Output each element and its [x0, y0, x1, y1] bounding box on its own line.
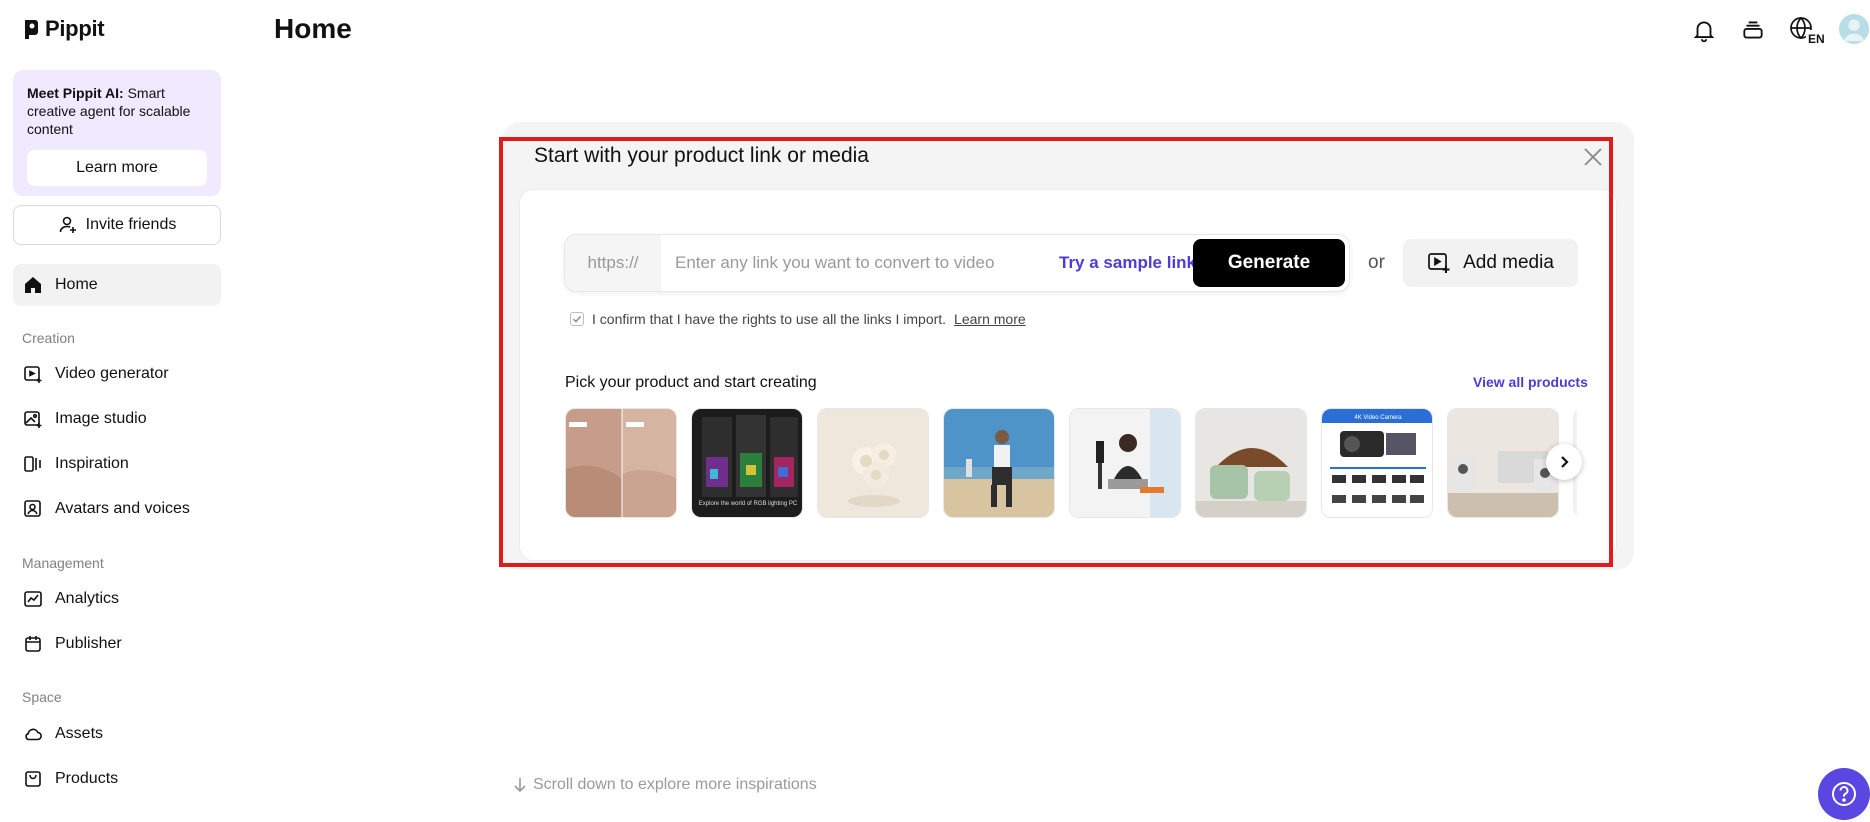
cloud-icon: [25, 728, 42, 741]
view-all-products-link[interactable]: View all products: [1473, 374, 1588, 390]
product-thumbnail[interactable]: [817, 408, 929, 518]
product-thumbnail[interactable]: [565, 408, 677, 518]
sidebar-item-assets[interactable]: Assets: [13, 713, 221, 755]
link-input[interactable]: [675, 249, 1055, 277]
home-icon: [25, 277, 41, 293]
sidebar-item-publisher[interactable]: Publisher: [13, 623, 221, 665]
product-thumbnail[interactable]: Explore the world of RGB lighting PC: [691, 408, 803, 518]
sidebar-item-label: Inspiration: [55, 455, 129, 472]
section-space: Space: [22, 689, 62, 705]
product-thumbnail[interactable]: [1195, 408, 1307, 518]
sidebar-item-video-generator[interactable]: Video generator: [13, 353, 221, 395]
sidebar-item-label: Home: [55, 276, 98, 293]
analytics-icon: [24, 591, 42, 607]
product-image: Explore the world of RGB lighting PC: [692, 409, 802, 517]
app-name: Pippit: [45, 16, 105, 41]
question-icon: [1832, 782, 1856, 806]
confirm-learn-more-link[interactable]: Learn more: [954, 311, 1026, 327]
sidebar-item-label: Analytics: [55, 590, 120, 607]
product-thumbnail[interactable]: 4K Video Camera: [1321, 408, 1433, 518]
product-image: [1448, 409, 1558, 517]
language-code: EN: [1808, 32, 1825, 45]
avatar-icon: [24, 500, 41, 517]
section-management: Management: [22, 555, 104, 571]
bell-icon: [1693, 21, 1715, 43]
sidebar-item-home[interactable]: Home: [13, 264, 221, 306]
product-image: [1196, 409, 1306, 517]
video-plus-icon: [24, 366, 42, 383]
sidebar-item-label: Products: [55, 770, 119, 787]
product-image: 4K Video Camera: [1322, 409, 1432, 517]
product-icon: [25, 771, 41, 787]
sidebar-item-inspiration[interactable]: Inspiration: [13, 443, 221, 485]
media-plus-icon: [1428, 253, 1450, 273]
scroll-hint: Scroll down to explore more inspirations: [513, 776, 817, 794]
promo-card: Meet Pippit AI: Smart creative agent for…: [13, 70, 221, 196]
sidebar-item-label: Video generator: [55, 365, 169, 382]
link-input-group: https:// Try a sample link Generate: [564, 234, 1350, 292]
product-thumbnail[interactable]: [1069, 408, 1181, 518]
help-button[interactable]: [1818, 768, 1870, 820]
thumbnail-caption: 4K Video Camera: [1354, 415, 1402, 421]
pippit-logo-icon: [25, 20, 38, 39]
rights-confirmation: I confirm that I have the rights to use …: [570, 311, 1026, 327]
globe-icon: EN: [1790, 16, 1826, 45]
learn-more-button[interactable]: Learn more: [27, 150, 207, 186]
sidebar-item-label: Image studio: [55, 410, 147, 427]
try-sample-link[interactable]: Try a sample link: [1059, 253, 1196, 273]
confirm-text: I confirm that I have the rights to use …: [592, 311, 947, 327]
user-avatar[interactable]: [1838, 12, 1870, 46]
sidebar-item-label: Assets: [55, 725, 104, 742]
product-thumbnail[interactable]: [1447, 408, 1559, 518]
sidebar: Pippit Meet Pippit AI: Smart creative ag…: [0, 0, 234, 822]
stack-icon: [1743, 21, 1763, 39]
avatar-icon: [1838, 13, 1870, 45]
rights-checkbox[interactable]: [570, 312, 584, 326]
section-creation: Creation: [22, 330, 75, 346]
sidebar-item-label: Avatars and voices: [55, 500, 190, 517]
thumbnail-caption: Explore the world of RGB lighting PC: [699, 501, 798, 507]
check-icon: [573, 316, 582, 323]
page-title: Home: [274, 13, 352, 44]
product-carousel: Explore the world of RGB lighting PC 4K …: [565, 408, 1577, 520]
sidebar-item-analytics[interactable]: Analytics: [13, 578, 221, 620]
sidebar-item-image-studio[interactable]: Image studio: [13, 398, 221, 440]
close-icon[interactable]: [1582, 146, 1604, 168]
language-button[interactable]: EN: [1788, 14, 1828, 46]
app-logo[interactable]: Pippit: [23, 16, 105, 42]
add-user-icon: [59, 216, 76, 233]
product-image: [566, 409, 676, 517]
product-image: [818, 409, 928, 517]
carousel-next-button[interactable]: [1546, 444, 1582, 480]
add-media-label: Add media: [1463, 252, 1554, 273]
product-image: [1070, 409, 1180, 517]
sidebar-item-avatars-voices[interactable]: Avatars and voices: [13, 488, 221, 530]
layers-button[interactable]: [1737, 14, 1769, 46]
promo-text: Meet Pippit AI: Smart creative agent for…: [27, 85, 191, 137]
inspiration-icon: [24, 456, 41, 472]
generate-button[interactable]: Generate: [1193, 239, 1345, 287]
notifications-button[interactable]: [1688, 14, 1720, 46]
add-media-button[interactable]: Add media: [1403, 239, 1578, 287]
card-title: Start with your product link or media: [534, 144, 869, 167]
scroll-hint-text: Scroll down to explore more inspirations: [533, 776, 817, 793]
calendar-icon: [25, 636, 41, 652]
image-plus-icon: [24, 411, 42, 428]
sidebar-item-products[interactable]: Products: [13, 758, 221, 800]
product-image: [944, 409, 1054, 517]
chevron-right-icon: [1561, 456, 1569, 468]
product-thumbnail[interactable]: [943, 408, 1055, 518]
url-prefix: https://: [565, 235, 661, 291]
invite-friends-label: Invite friends: [85, 216, 177, 233]
sidebar-item-label: Publisher: [55, 635, 122, 652]
or-separator: or: [1368, 252, 1385, 273]
arrow-down-icon: [514, 778, 526, 793]
invite-friends-button[interactable]: Invite friends: [13, 205, 221, 245]
pick-product-title: Pick your product and start creating: [565, 374, 817, 391]
